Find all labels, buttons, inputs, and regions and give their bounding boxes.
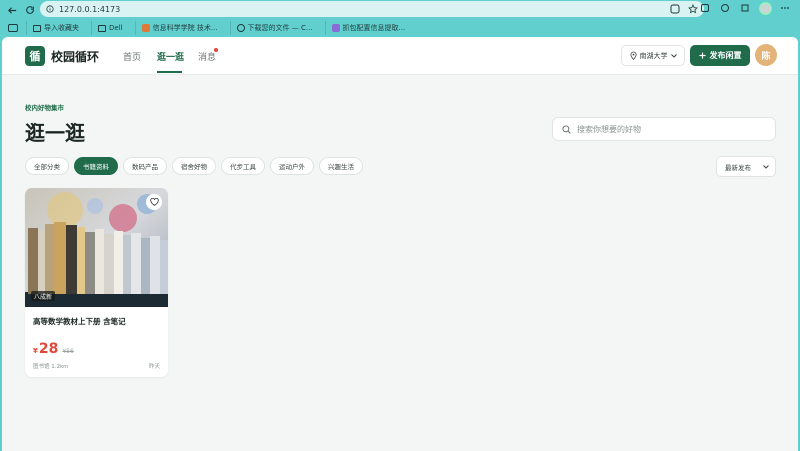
extensions-icon[interactable]	[718, 1, 732, 15]
publish-button[interactable]: 发布闲置	[690, 45, 750, 66]
category-filters: 全部分类 书籍资料 数码产品 宿舍好物 代步工具 运动户外 兴趣生活	[25, 157, 363, 175]
condition-badge: 八成新	[31, 291, 56, 301]
currency-symbol: ¥	[33, 347, 38, 355]
campus-name: 南湖大学	[639, 51, 668, 60]
search-input[interactable]	[577, 124, 767, 134]
category-hobby[interactable]: 兴趣生活	[319, 157, 363, 175]
address-bar[interactable]: 127.0.0.1:4173	[40, 1, 704, 17]
user-avatar[interactable]: 陈	[755, 44, 777, 66]
category-transport[interactable]: 代步工具	[221, 157, 265, 175]
logo-icon[interactable]: 循	[25, 46, 45, 66]
nav-messages[interactable]: 消息	[198, 50, 216, 63]
sort-selector[interactable]: 最新发布	[716, 156, 776, 177]
location-pin-icon	[629, 51, 637, 60]
bookmark-dell[interactable]: Dell	[91, 21, 129, 35]
sort-value: 最新发布	[725, 163, 751, 172]
globe-icon	[236, 24, 245, 32]
folder-icon	[98, 24, 106, 32]
chevron-down-icon	[670, 53, 677, 58]
listing-price: 28	[38, 341, 59, 357]
nav-active-indicator	[157, 71, 182, 73]
nav-home[interactable]: 首页	[123, 50, 141, 63]
page-viewport: 循 校园循环 首页 逛一逛 消息 南湖大学 发布闲置 陈 校内好物集市 逛一逛 …	[2, 37, 798, 451]
bookmark-download[interactable]: 下载您的文件 — C...	[229, 21, 319, 35]
listing-location: 图书馆 1.2km	[33, 364, 69, 370]
site-favicon	[331, 24, 340, 32]
reload-icon[interactable]	[22, 2, 38, 18]
heart-icon	[149, 198, 159, 206]
category-sports[interactable]: 运动户外	[270, 157, 314, 175]
more-icon[interactable]	[778, 1, 792, 15]
bookmark-info-school[interactable]: 信息科学学院 技术...	[134, 21, 224, 35]
collections-icon[interactable]	[698, 1, 712, 15]
top-navigation: 循 校园循环 首页 逛一逛 消息 南湖大学 发布闲置 陈	[2, 37, 798, 75]
bookmarks-bar: 导入收藏夹 Dell 信息科学学院 技术... 下载您的文件 — C... 抓包…	[0, 19, 800, 37]
back-icon[interactable]	[4, 2, 20, 18]
category-all[interactable]: 全部分类	[25, 157, 69, 175]
search-box[interactable]	[552, 117, 776, 141]
price-row: ¥ 28 ¥56	[33, 341, 74, 357]
brand-name[interactable]: 校园循环	[51, 48, 99, 65]
favorites-icon[interactable]	[738, 1, 752, 15]
campus-selector[interactable]: 南湖大学	[621, 45, 685, 66]
bookmark-capture[interactable]: 抓包配置信息提取...	[324, 21, 412, 35]
original-price: ¥56	[62, 348, 74, 355]
search-icon	[562, 124, 571, 134]
listing-card[interactable]: 八成新 高等数学教材上下册 含笔记 ¥ 28 ¥56 图书馆 1.2km 昨天	[25, 188, 168, 377]
chevron-down-icon	[763, 164, 769, 169]
address-url: 127.0.0.1:4173	[59, 4, 121, 14]
tab-actions-icon[interactable]	[6, 21, 20, 35]
plus-icon	[698, 52, 706, 59]
category-digital[interactable]: 数码产品	[123, 157, 167, 175]
listing-time: 昨天	[148, 364, 160, 370]
browser-toolbar: 127.0.0.1:4173	[0, 0, 800, 19]
section-eyebrow: 校内好物集市	[25, 104, 64, 112]
favorite-button[interactable]	[146, 194, 162, 210]
listing-title[interactable]: 高等数学教材上下册 含笔记	[33, 316, 126, 327]
unread-dot	[214, 48, 218, 52]
nav-browse[interactable]: 逛一逛	[157, 50, 184, 63]
folder-icon	[33, 24, 41, 32]
category-dorm[interactable]: 宿舍好物	[172, 157, 216, 175]
info-icon[interactable]	[46, 5, 54, 13]
site-favicon	[141, 24, 150, 32]
translate-icon[interactable]	[668, 2, 682, 16]
page-title: 逛一逛	[25, 121, 85, 145]
bookmark-import[interactable]: 导入收藏夹	[26, 21, 85, 35]
publish-label: 发布闲置	[709, 51, 742, 60]
profile-avatar[interactable]	[758, 1, 772, 15]
category-books[interactable]: 书籍资料	[74, 157, 118, 175]
